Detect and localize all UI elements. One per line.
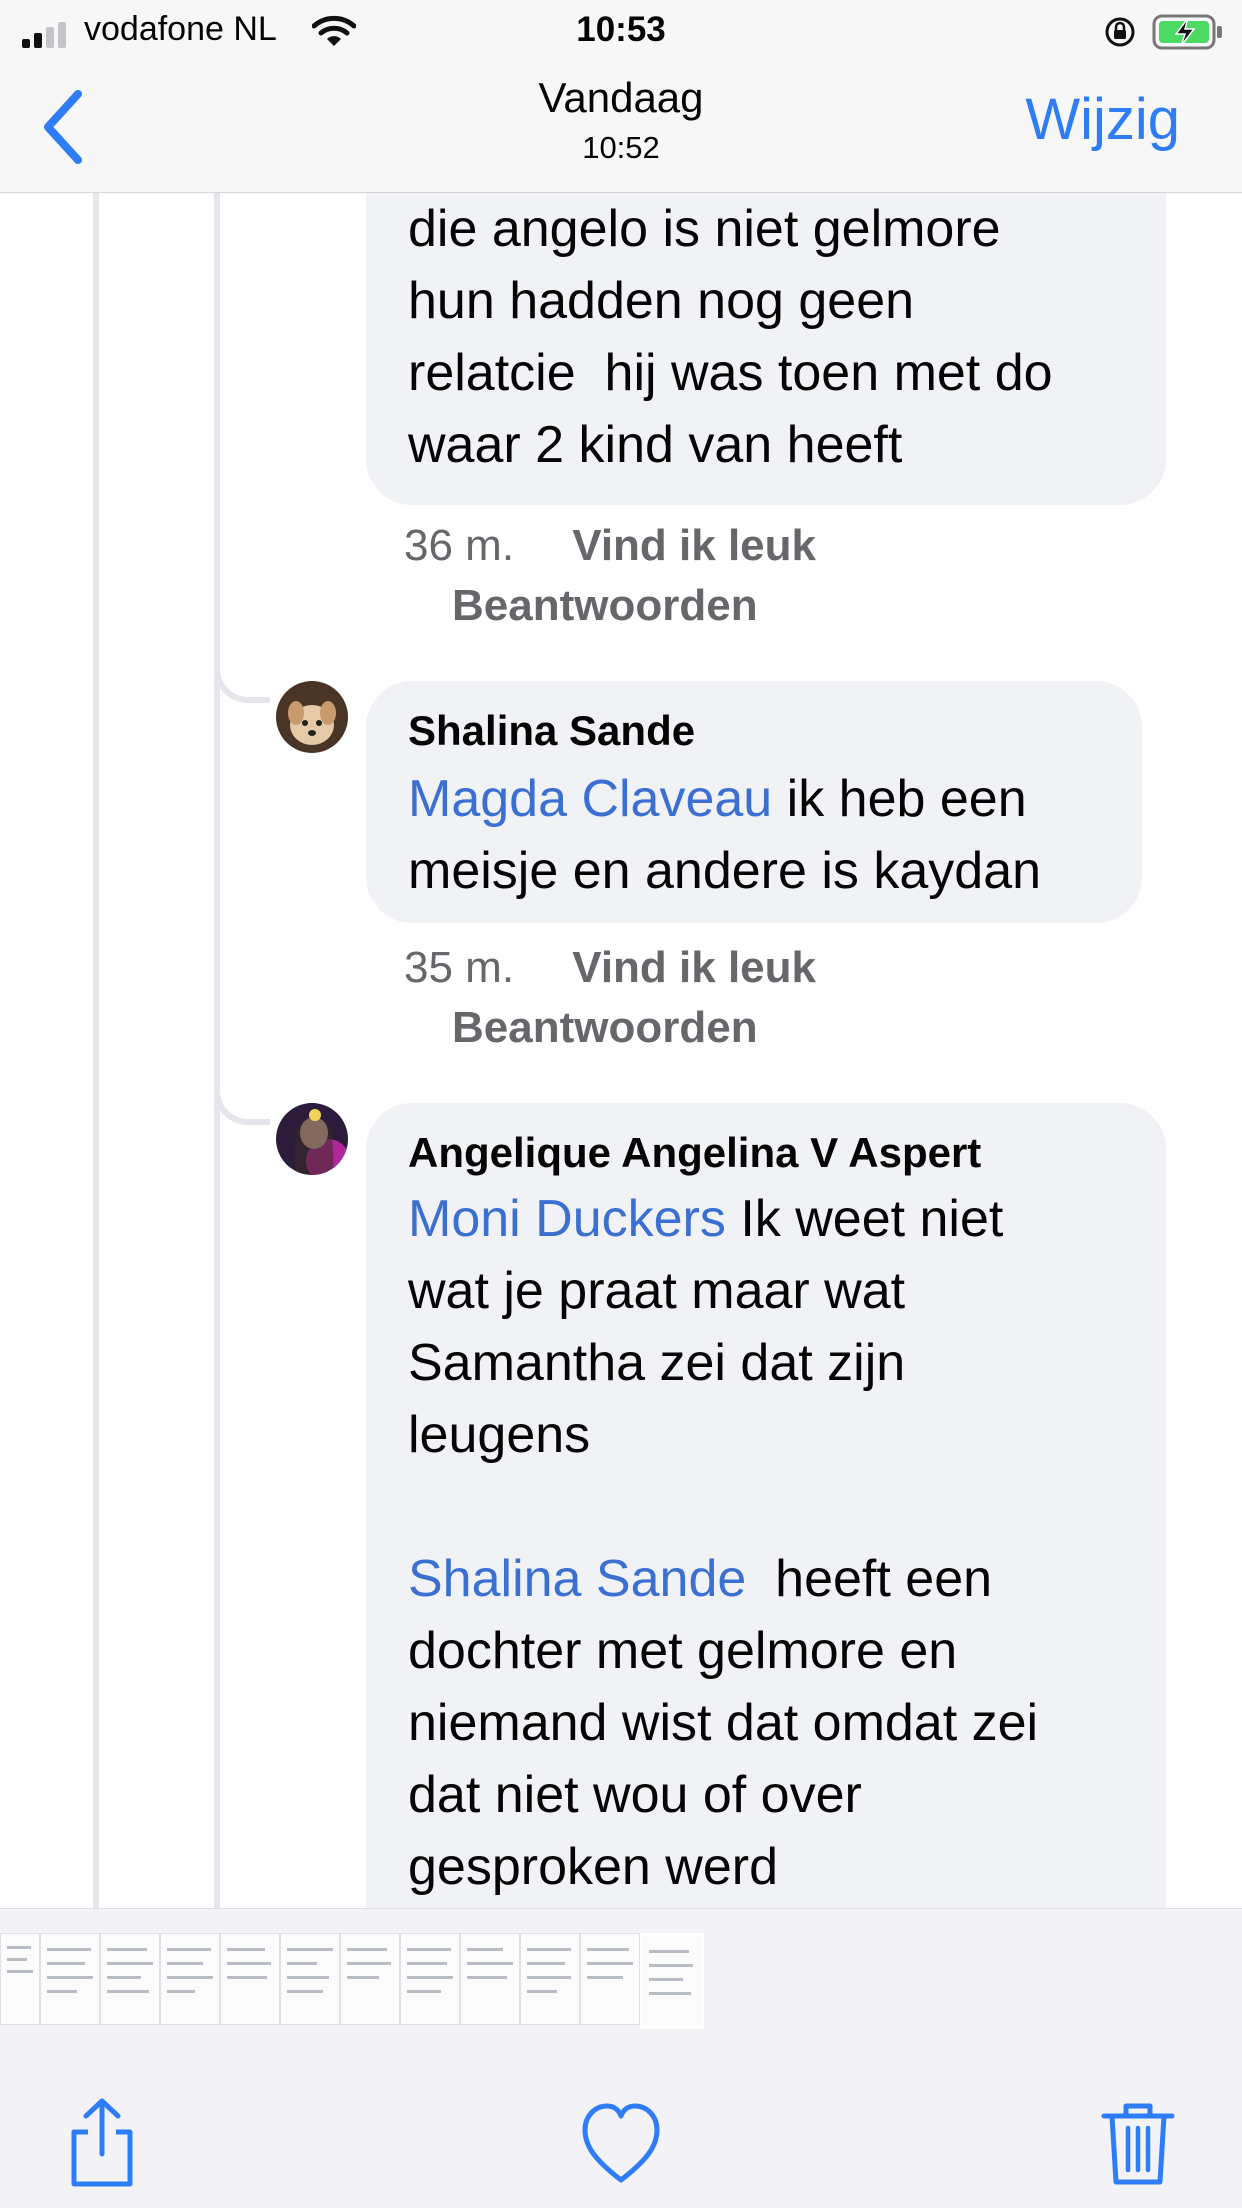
comment-author[interactable]: Angelique Angelina V Aspert (408, 1129, 981, 1177)
comment-text-rest: ik heb een (772, 770, 1027, 828)
thumbnail-current[interactable] (640, 1933, 704, 2029)
avatar-dog-image (276, 681, 348, 753)
comment-bubble: die angelo is niet gelmore hun hadden no… (366, 193, 1166, 505)
avatar-person-image (276, 1103, 348, 1175)
mention-link[interactable]: Magda Claveau (408, 770, 772, 828)
like-link[interactable]: Vind ik leuk (572, 521, 816, 570)
thumbnail[interactable] (100, 1933, 160, 2025)
avatar[interactable] (276, 681, 348, 753)
mention-link[interactable]: Shalina Sande (408, 1550, 746, 1608)
thumbnail[interactable] (520, 1933, 580, 2025)
comment-actions: 35 m. Vind ik leuk (404, 943, 816, 993)
comment-text-line: relatcie hij was toen met do (408, 344, 1053, 402)
comment-text: Moni Duckers Ik weet niet (408, 1183, 1003, 1255)
thread-connector (214, 1079, 270, 1125)
thumbnail[interactable] (400, 1933, 460, 2025)
comment-text-line: niemand wist dat omdat zei (408, 1694, 1039, 1752)
comment-text-line: die angelo is niet gelmore (408, 200, 1001, 258)
thumbnail[interactable] (340, 1933, 400, 2025)
comment-text-line: meisje en andere is kaydan (408, 842, 1042, 900)
comment-time: 35 m. (404, 943, 515, 992)
thumbnail[interactable] (0, 1933, 40, 2025)
comment-bubble: Shalina Sande Magda Claveau ik heb een m… (366, 681, 1142, 923)
rotation-lock-icon (1105, 17, 1135, 47)
comment-text-line: leugens (408, 1406, 591, 1464)
comment-actions: 36 m. Vind ik leuk (404, 521, 816, 571)
battery-charging-icon (1152, 14, 1222, 50)
comment-text-line: dat niet wou of over (408, 1766, 862, 1824)
edit-button[interactable]: Wijzig (1025, 86, 1180, 153)
comment-text-line: Samantha zei dat zijn (408, 1334, 906, 1392)
share-icon[interactable] (62, 2098, 142, 2188)
comment-text: Magda Claveau ik heb een (408, 763, 1027, 835)
comment-text-line: hun hadden nog geen (408, 272, 915, 330)
thumbnail-strip[interactable] (0, 1908, 1242, 2059)
comment-author[interactable]: Shalina Sande (408, 707, 695, 755)
thumbnail[interactable] (460, 1933, 520, 2025)
bottom-toolbar (0, 2058, 1242, 2208)
comment-text-line: gesproken werd (408, 1838, 778, 1896)
photo-content: die angelo is niet gelmore hun hadden no… (0, 193, 1242, 1908)
thumbnail[interactable] (220, 1933, 280, 2025)
thumbnail[interactable] (160, 1933, 220, 2025)
thumbnail[interactable] (280, 1933, 340, 2025)
comment-text-line: dochter met gelmore en (408, 1622, 958, 1680)
status-time: 10:53 (576, 10, 666, 49)
like-link[interactable]: Vind ik leuk (572, 943, 816, 992)
heart-icon[interactable] (581, 2098, 661, 2188)
comment-time: 36 m. (404, 521, 515, 570)
comment-text-line: waar 2 kind van heeft (408, 416, 903, 474)
avatar[interactable] (276, 1103, 348, 1175)
thread-line-inner (214, 193, 220, 1908)
comment-text-rest: heeft een (746, 1550, 993, 1608)
reply-link[interactable]: Beantwoorden (452, 1003, 758, 1053)
status-bar: vodafone NL 10:53 (0, 0, 1242, 62)
comment-text-line: wat je praat maar wat (408, 1262, 906, 1320)
thumbnail[interactable] (580, 1933, 640, 2025)
comment-bubble: Angelique Angelina V Aspert Moni Duckers… (366, 1103, 1166, 1908)
reply-link[interactable]: Beantwoorden (452, 581, 758, 631)
thread-connector (214, 657, 270, 703)
trash-icon[interactable] (1098, 2098, 1178, 2188)
thread-line-outer (93, 193, 99, 1908)
nav-bar: Vandaag 10:52 Wijzig (0, 62, 1242, 193)
mention-link[interactable]: Moni Duckers (408, 1190, 726, 1248)
comment-text: Shalina Sande heeft een (408, 1543, 992, 1615)
thumbnail[interactable] (40, 1933, 100, 2025)
comment-text-rest: Ik weet niet (725, 1190, 1004, 1248)
